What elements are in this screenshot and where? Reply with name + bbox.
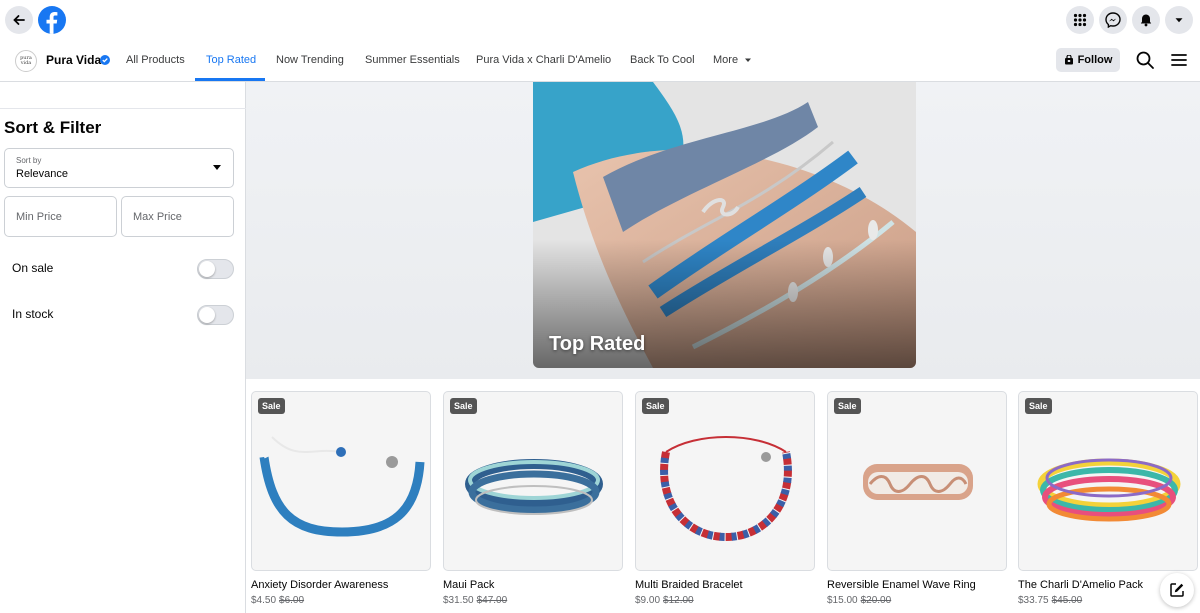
original-price: $45.00 [1051,595,1083,606]
sort-by-value: Relevance [16,168,68,180]
messenger-button[interactable] [1099,6,1127,34]
facebook-logo-icon[interactable] [38,6,66,34]
current-price: $9.00 [635,595,661,606]
product-price: $9.00 $12.00 [635,595,694,606]
tab-top-rated[interactable]: Top Rated [206,54,256,66]
product-card[interactable]: Sale Anxiety Disorder Awareness $4.50 $6.… [251,391,431,606]
in-stock-label: In stock [12,307,54,321]
product-card[interactable]: Sale Maui Pack $31.50 $47.00 [443,391,623,606]
product-card[interactable]: Sale The Charli D'Amelio Pack $33.75 $45.… [1018,391,1198,606]
top-bar [0,0,1200,40]
tab-pura-vida-x-charli[interactable]: Pura Vida x Charli D'Amelio [476,54,611,66]
sort-by-label: Sort by [16,156,42,165]
product-image[interactable]: Sale [635,391,815,571]
shop-follow-icon [1064,55,1073,65]
hero-banner[interactable]: Top Rated [533,82,916,368]
shop-name[interactable]: Pura Vida [46,53,101,67]
compose-message-button[interactable] [1160,573,1194,607]
product-name[interactable]: Multi Braided Bracelet [635,579,743,591]
tab-more[interactable]: More [713,54,752,66]
shop-avatar[interactable]: pura vida [15,50,37,72]
sale-badge: Sale [834,398,861,414]
product-image[interactable]: Sale [443,391,623,571]
main-content: Top Rated Sale Anxiety Disorder Awarenes… [246,82,1200,613]
product-name[interactable]: Maui Pack [443,579,494,591]
braided-bracelet-image [660,436,792,542]
original-price: $20.00 [860,595,892,606]
menu-grid-icon [1073,13,1087,27]
toggle-knob [199,261,215,277]
original-price: $6.00 [279,595,305,606]
bracelet-image [259,430,425,537]
toggle-knob [199,307,215,323]
tab-now-trending[interactable]: Now Trending [276,54,344,66]
current-price: $4.50 [251,595,277,606]
messenger-icon [1105,12,1121,28]
sale-badge: Sale [1025,398,1052,414]
product-price: $31.50 $47.00 [443,595,507,606]
tab-more-label: More [713,54,739,66]
sidebar-divider [0,108,246,109]
charli-pack-image [1037,458,1181,522]
account-menu-button[interactable] [1165,6,1193,34]
on-sale-label: On sale [12,261,54,275]
product-image[interactable]: Sale [827,391,1007,571]
product-price: $33.75 $45.00 [1018,595,1082,606]
chevron-down-icon [745,58,752,63]
product-price: $4.50 $6.00 [251,595,304,606]
current-price: $15.00 [827,595,858,606]
tab-back-to-cool[interactable]: Back To Cool [630,54,695,66]
arrow-left-icon [13,15,25,25]
product-name[interactable]: The Charli D'Amelio Pack [1018,579,1143,591]
product-image[interactable]: Sale [1018,391,1198,571]
product-image[interactable]: Sale [251,391,431,571]
back-button[interactable] [5,6,33,34]
notifications-button[interactable] [1132,6,1160,34]
on-sale-toggle[interactable] [197,259,234,279]
sort-by-select[interactable]: Sort by Relevance [4,148,234,188]
active-tab-indicator [195,78,265,81]
sale-badge: Sale [258,398,285,414]
bracelet-pack-image [465,459,603,515]
edit-pencil-icon [1170,583,1184,597]
follow-label: Follow [1077,54,1113,66]
sort-filter-title: Sort & Filter [4,118,102,137]
product-card[interactable]: Sale Multi Braided Bracelet $9.00 $12.00 [635,391,815,606]
sale-badge: Sale [450,398,477,414]
current-price: $33.75 [1018,595,1049,606]
search-icon[interactable] [1135,50,1155,70]
account-caret-icon [1175,18,1183,23]
product-name[interactable]: Reversible Enamel Wave Ring [827,579,976,591]
verified-badge-icon [100,55,110,65]
product-name[interactable]: Anxiety Disorder Awareness [251,579,388,591]
product-card[interactable]: Sale Reversible Enamel Wave Ring $15.00 $… [827,391,1007,606]
caret-down-icon [213,165,221,170]
original-price: $47.00 [476,595,508,606]
max-price-input[interactable] [121,196,234,237]
hero-title: Top Rated [549,333,646,355]
follow-button[interactable]: Follow [1056,48,1120,72]
shop-nav-bar: pura vida Pura Vida All Products Top Rat… [0,40,1200,82]
wave-ring-image [863,464,973,500]
original-price: $12.00 [663,595,694,606]
current-price: $31.50 [443,595,474,606]
hero-bracelets-image [533,82,916,368]
notifications-bell-icon [1140,14,1152,27]
product-price: $15.00 $20.00 [827,595,891,606]
min-price-input[interactable] [4,196,117,237]
in-stock-toggle[interactable] [197,305,234,325]
menu-grid-button[interactable] [1066,6,1094,34]
tab-all-products[interactable]: All Products [126,54,185,66]
tab-summer-essentials[interactable]: Summer Essentials [365,54,460,66]
hamburger-menu-icon[interactable] [1170,51,1188,69]
sale-badge: Sale [642,398,669,414]
shop-avatar-text: pura vida [20,55,32,66]
